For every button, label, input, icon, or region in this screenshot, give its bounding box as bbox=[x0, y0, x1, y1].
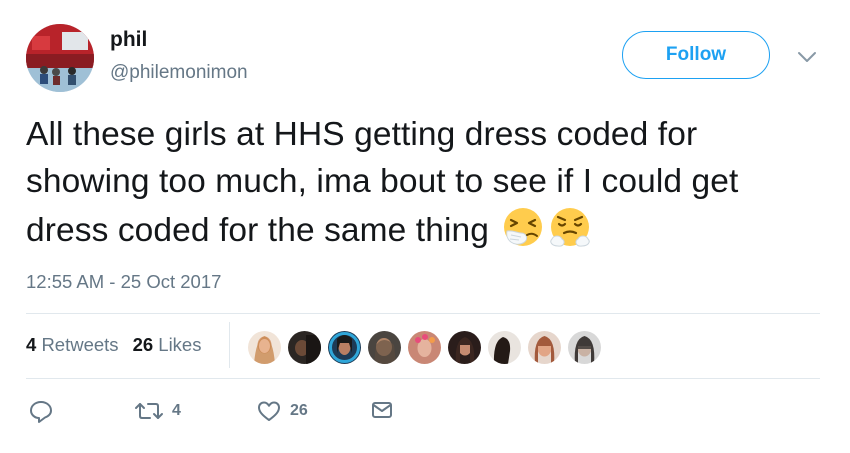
liker-avatar[interactable] bbox=[286, 329, 323, 366]
divider-bottom bbox=[26, 378, 820, 379]
liker-avatar[interactable] bbox=[326, 329, 363, 366]
tweet-actions: 4 26 bbox=[26, 398, 426, 426]
liker-avatar[interactable] bbox=[406, 329, 443, 366]
retweets-label: Retweets bbox=[41, 334, 119, 355]
sneezing-face-emoji-icon bbox=[504, 208, 543, 246]
heart-icon bbox=[258, 401, 280, 421]
likes-label: Likes bbox=[158, 334, 202, 355]
follow-button[interactable]: Follow bbox=[622, 31, 770, 79]
tweet-text: All these girls at HHS getting dress cod… bbox=[26, 111, 826, 254]
likes-count: 26 bbox=[132, 334, 154, 355]
chevron-down-icon[interactable] bbox=[796, 50, 818, 64]
author-avatar[interactable] bbox=[26, 24, 94, 92]
face-with-steam-from-nose-emoji-icon bbox=[550, 208, 591, 247]
tweet-timestamp[interactable]: 12:55 AM - 25 Oct 2017 bbox=[26, 271, 221, 293]
envelope-icon bbox=[372, 402, 392, 418]
author-handle[interactable]: @philemonimon bbox=[110, 62, 248, 84]
retweet-button[interactable]: 4 bbox=[134, 398, 181, 424]
profile-photo-icon bbox=[26, 24, 94, 92]
retweet-action-count: 4 bbox=[172, 402, 181, 419]
likes-stat[interactable]: 26 Likes bbox=[133, 334, 202, 355]
retweet-icon bbox=[135, 403, 163, 419]
stats-divider bbox=[229, 322, 230, 368]
like-action-count: 26 bbox=[290, 402, 308, 419]
tweet-text-content: All these girls at HHS getting dress cod… bbox=[26, 116, 739, 249]
retweets-count: 4 bbox=[26, 334, 37, 355]
liker-avatar[interactable] bbox=[566, 329, 603, 366]
liker-avatar[interactable] bbox=[366, 329, 403, 366]
reply-button[interactable] bbox=[28, 398, 54, 424]
reply-icon bbox=[30, 401, 52, 423]
divider-top bbox=[26, 313, 820, 314]
liker-avatar[interactable] bbox=[486, 329, 523, 366]
liker-avatar[interactable] bbox=[446, 329, 483, 366]
author-display-name[interactable]: phil bbox=[110, 28, 147, 52]
like-button[interactable]: 26 bbox=[256, 398, 308, 424]
engagement-stats: 4 Retweets 26 Likes bbox=[26, 334, 201, 356]
direct-message-button[interactable] bbox=[370, 398, 394, 422]
liker-avatar[interactable] bbox=[246, 329, 283, 366]
retweets-stat[interactable]: 4 Retweets bbox=[26, 334, 119, 355]
liker-avatar[interactable] bbox=[526, 329, 563, 366]
